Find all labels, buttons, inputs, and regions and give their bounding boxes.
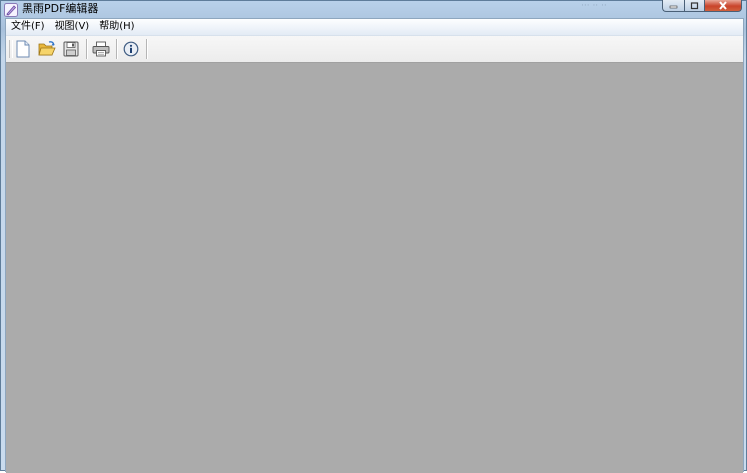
menu-file[interactable]: 文件(F) [6,20,50,34]
toolbar [6,36,743,63]
document-workspace[interactable] [6,63,743,473]
open-folder-icon [38,41,56,56]
pdf-app-icon[interactable] [4,2,18,17]
new-document-icon [16,40,30,58]
maximize-button[interactable] [684,0,704,12]
menu-view[interactable]: 视图(V) [50,20,95,34]
main-window: 黑雨PDF编辑器 ··· ·· ·· 文件(F) 视图(V) 帮助(H) [0,0,747,473]
about-button[interactable] [120,38,142,60]
close-button[interactable] [704,0,742,12]
close-icon [719,1,727,10]
window-controls [662,0,742,13]
toolbar-separator [146,39,148,59]
save-button[interactable] [60,38,82,60]
menu-help[interactable]: 帮助(H) [94,20,139,34]
print-button[interactable] [90,38,112,60]
toolbar-separator [86,39,88,59]
minimize-icon [669,5,678,8]
minimize-button[interactable] [662,0,684,12]
new-button[interactable] [12,38,34,60]
open-button[interactable] [36,38,58,60]
info-icon [123,41,139,57]
background-window-hint: ··· ·· ·· [581,1,607,11]
client-area: 文件(F) 视图(V) 帮助(H) [5,18,744,473]
maximize-icon [690,1,699,9]
save-icon [63,41,79,57]
window-title: 黑雨PDF编辑器 [22,2,99,15]
title-bar[interactable]: 黑雨PDF编辑器 ··· ·· ·· [1,0,746,19]
print-icon [92,41,110,57]
menu-bar: 文件(F) 视图(V) 帮助(H) [6,19,743,36]
toolbar-separator [116,39,118,59]
